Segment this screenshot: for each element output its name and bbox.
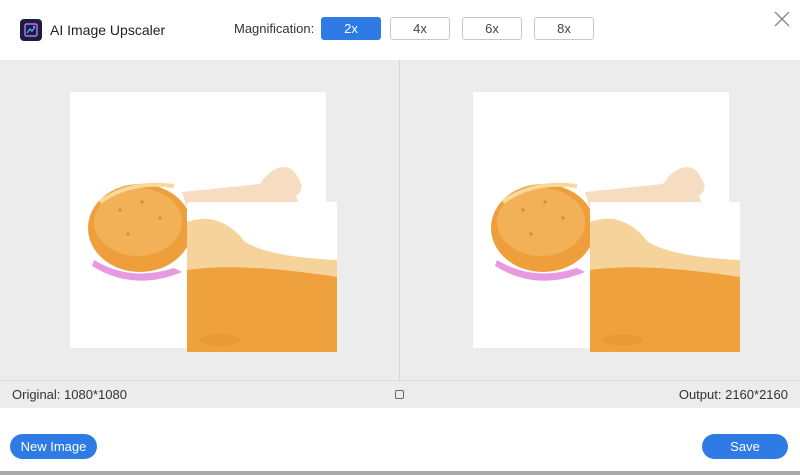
magnification-4x-button[interactable]: 4x	[390, 17, 450, 40]
preview-area	[0, 60, 800, 380]
app-logo-icon	[20, 19, 42, 41]
close-icon	[774, 11, 790, 27]
compare-toggle-icon[interactable]	[395, 390, 404, 399]
header-bar: AI Image Upscaler Magnification: 2x 4x 6…	[0, 0, 800, 60]
magnification-8x-button[interactable]: 8x	[534, 17, 594, 40]
magnification-2x-button[interactable]: 2x	[321, 17, 381, 40]
info-bar: Original: 1080*1080 Output: 2160*2160	[0, 380, 800, 408]
magnification-6x-button[interactable]: 6x	[462, 17, 522, 40]
output-preview-pane[interactable]	[400, 60, 799, 380]
original-size-label: Original: 1080*1080	[12, 387, 127, 402]
output-size-label: Output: 2160*2160	[678, 387, 788, 402]
save-button[interactable]: Save	[702, 434, 788, 459]
original-preview-pane[interactable]	[0, 60, 399, 380]
close-button[interactable]	[772, 9, 792, 29]
magnification-label: Magnification:	[234, 21, 315, 36]
app-title: AI Image Upscaler	[50, 22, 166, 38]
upscaler-window: AI Image Upscaler Magnification: 2x 4x 6…	[0, 0, 800, 475]
window-bottom-edge	[0, 471, 800, 475]
footer-bar: New Image Save	[0, 408, 800, 475]
original-image	[70, 92, 337, 352]
new-image-button[interactable]: New Image	[10, 434, 97, 459]
output-image	[473, 92, 740, 352]
